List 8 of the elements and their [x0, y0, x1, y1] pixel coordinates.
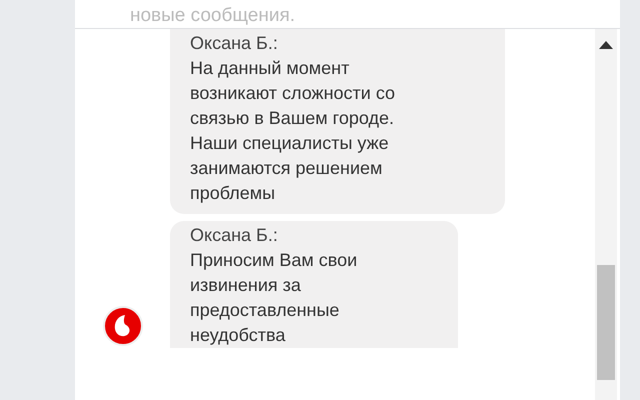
- message-text: Приносим Вам свои извинения за предоставленные неудобства: [190, 249, 358, 347]
- sender-name: Оксана Б.:: [190, 224, 279, 247]
- sender-name: Оксана Б.:: [190, 32, 279, 55]
- notice-text: новые сообщения.: [130, 4, 296, 28]
- scroll-up-arrow-icon[interactable]: [599, 41, 613, 49]
- scrollbar[interactable]: [595, 29, 617, 400]
- message-text: На данный момент возникают сложности со связью в Вашем городе. Наши специалисты уже занимаются решением проблемы: [190, 57, 396, 205]
- scrollbar-thumb[interactable]: [597, 265, 615, 380]
